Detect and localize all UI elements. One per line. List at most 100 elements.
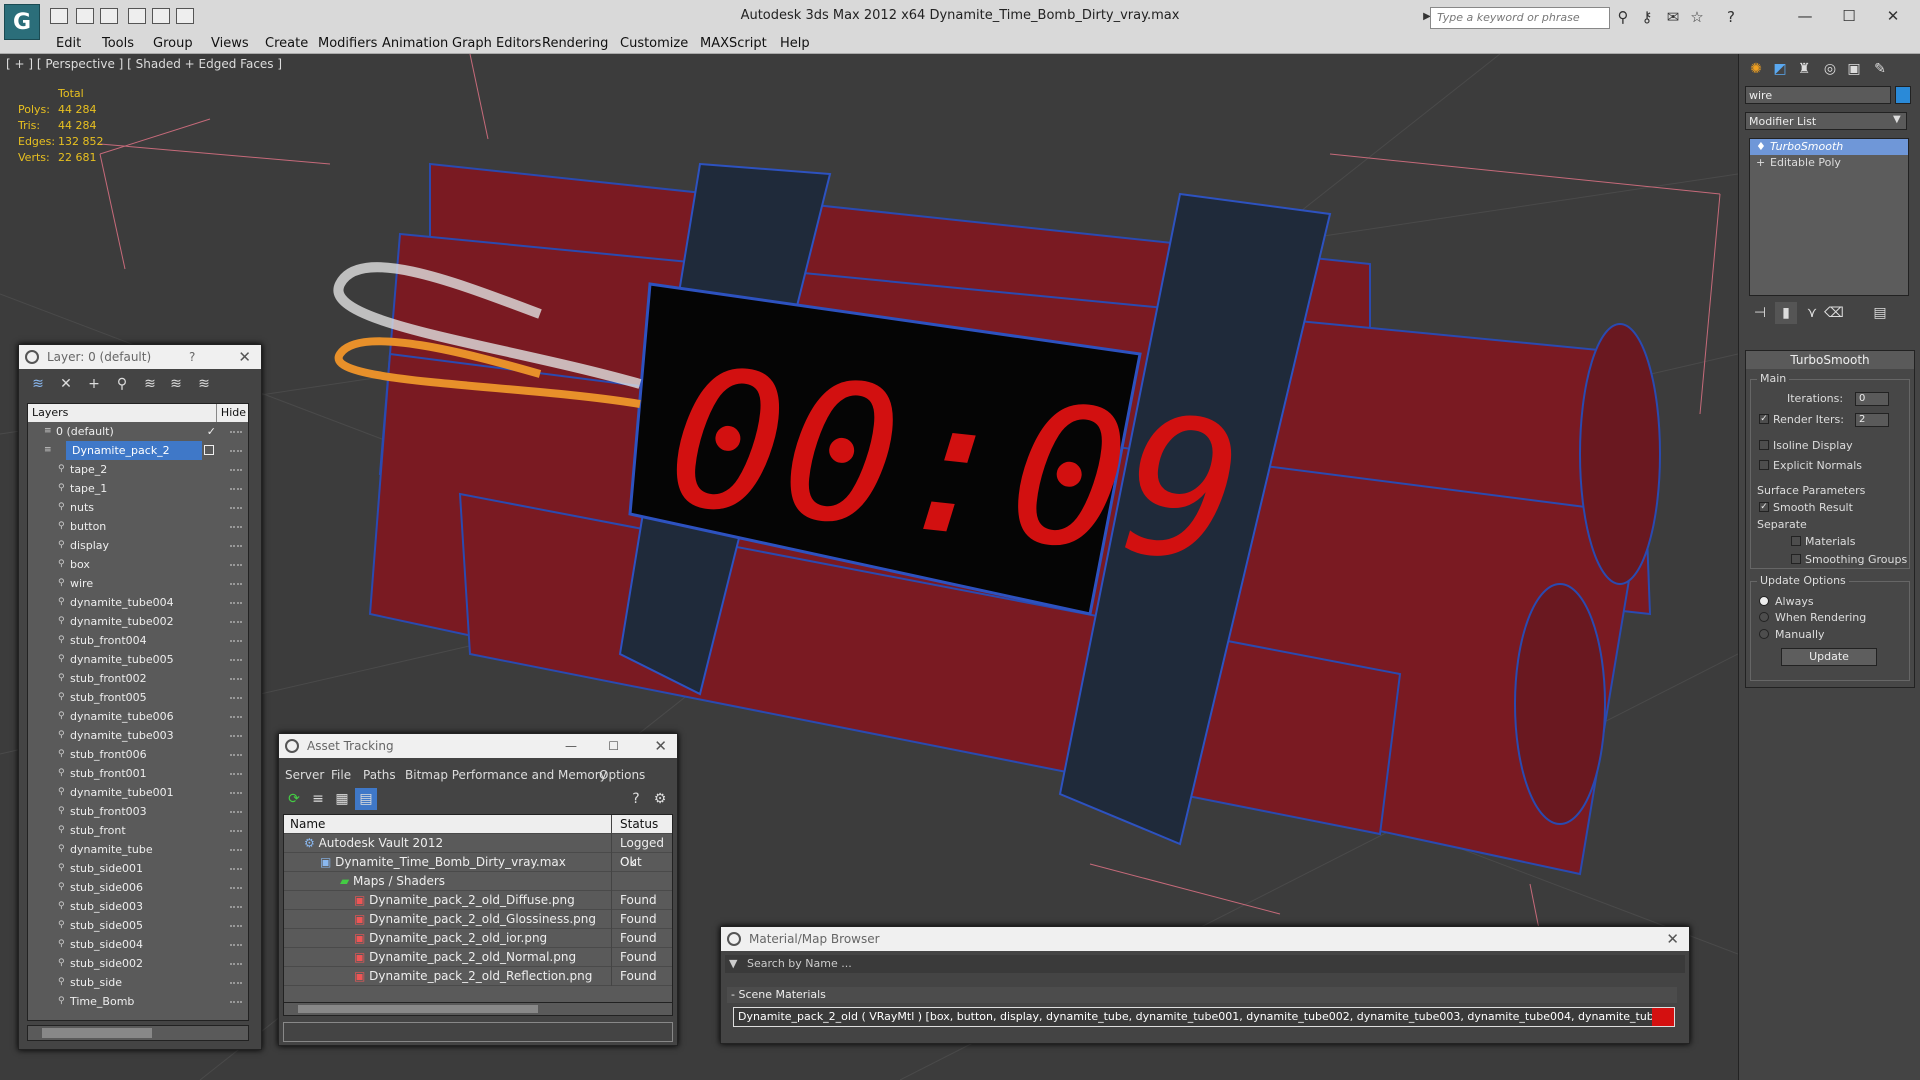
close-icon[interactable]: ✕: [654, 734, 667, 758]
manually-radio[interactable]: [1759, 629, 1769, 639]
binoculars-icon[interactable]: ⚲: [1614, 8, 1632, 26]
add-to-layer-icon[interactable]: +: [83, 373, 105, 395]
hide-toggle[interactable]: [230, 716, 242, 718]
menu-rendering[interactable]: Rendering: [542, 36, 608, 51]
menu-help[interactable]: Help: [780, 36, 810, 51]
help-button[interactable]: ?: [189, 345, 195, 369]
asset-path-field[interactable]: [283, 1022, 673, 1042]
utilities-tab-icon[interactable]: ✎: [1869, 58, 1891, 80]
hide-toggle[interactable]: [230, 583, 242, 585]
asset-row[interactable]: ▣ Dynamite_pack_2_old_Normal.png Found: [284, 948, 672, 967]
layer-row[interactable]: ⚲ nuts: [28, 498, 248, 517]
modifier-stack[interactable]: ♦ TurboSmooth + Editable Poly: [1749, 138, 1909, 296]
menu-file[interactable]: File: [331, 768, 351, 782]
maximize-icon[interactable]: ☐: [608, 734, 619, 758]
hide-toggle[interactable]: [230, 868, 242, 870]
minimize-icon[interactable]: —: [1790, 4, 1820, 28]
layer-row[interactable]: ≡ Dynamite_pack_2: [28, 441, 248, 460]
render-iters-checkbox[interactable]: ✓: [1759, 414, 1769, 424]
layer-row[interactable]: ⚲ wire: [28, 574, 248, 593]
always-radio[interactable]: [1759, 596, 1769, 606]
update-button[interactable]: Update: [1781, 648, 1877, 666]
configure-sets-icon[interactable]: ▤: [1869, 302, 1891, 324]
layer-row[interactable]: ⚲ stub_front: [28, 821, 248, 840]
lightbulb-icon[interactable]: ♦: [1756, 139, 1766, 155]
display-tab-icon[interactable]: ▣: [1843, 58, 1865, 80]
asset-row[interactable]: ▰ Maps / Shaders: [284, 872, 672, 891]
active-layer-checkbox[interactable]: [204, 445, 214, 455]
layer-row[interactable]: ⚲ stub_front006: [28, 745, 248, 764]
layer-row[interactable]: ⚲ stub_side006: [28, 878, 248, 897]
object-name-field[interactable]: wire: [1745, 86, 1891, 104]
hide-toggle[interactable]: [230, 1001, 242, 1003]
refresh-icon[interactable]: ⟳: [283, 788, 305, 810]
hide-toggle[interactable]: [230, 545, 242, 547]
menu-options[interactable]: Options: [599, 768, 645, 782]
menu-bitmap-performance[interactable]: Bitmap Performance and Memory: [405, 768, 607, 782]
list-view-icon[interactable]: ≡: [307, 788, 329, 810]
menu-customize[interactable]: Customize: [620, 36, 688, 51]
hide-toggle[interactable]: [230, 507, 242, 509]
layer-row[interactable]: ⚲ stub_front004: [28, 631, 248, 650]
stack-item-turbosmooth[interactable]: ♦ TurboSmooth: [1750, 139, 1908, 155]
menu-maxscript[interactable]: MAXScript: [700, 36, 767, 51]
scene-materials-header[interactable]: - Scene Materials: [727, 987, 1677, 1003]
menu-modifiers[interactable]: Modifiers: [318, 36, 377, 51]
hide-toggle[interactable]: [230, 659, 242, 661]
hide-toggle[interactable]: [230, 792, 242, 794]
table-view-icon[interactable]: ▤: [355, 788, 377, 810]
layer-row[interactable]: ⚲ dynamite_tube: [28, 840, 248, 859]
asset-horizontal-scrollbar[interactable]: [283, 1002, 673, 1016]
remove-modifier-icon[interactable]: ⌫: [1823, 302, 1845, 324]
close-icon[interactable]: ✕: [238, 345, 251, 369]
minimize-icon[interactable]: —: [565, 734, 577, 758]
asset-row[interactable]: ▣ Dynamite_pack_2_old_Reflection.png Foun…: [284, 967, 672, 986]
hide-toggle[interactable]: [230, 640, 242, 642]
layer-row[interactable]: ⚲ button: [28, 517, 248, 536]
asset-row[interactable]: ⚙ Autodesk Vault 2012 Logged Out: [284, 834, 672, 869]
layer-row[interactable]: ⚲ dynamite_tube005: [28, 650, 248, 669]
hide-toggle[interactable]: [230, 488, 242, 490]
hide-toggle[interactable]: [230, 830, 242, 832]
hide-toggle[interactable]: [230, 963, 242, 965]
menu-animation[interactable]: Animation: [382, 36, 448, 51]
asset-table[interactable]: Name Status ⚙ Autodesk Vault 2012 Logged …: [283, 814, 673, 1014]
hide-toggle[interactable]: [230, 697, 242, 699]
layer-row[interactable]: ⚲ dynamite_tube004: [28, 593, 248, 612]
layer-row[interactable]: ⚲ box: [28, 555, 248, 574]
explicit-normals-checkbox[interactable]: [1759, 460, 1769, 470]
layer-row[interactable]: ⚲ stub_side: [28, 973, 248, 992]
menu-create[interactable]: Create: [265, 36, 308, 51]
freeze-all-icon[interactable]: ≋: [193, 373, 215, 395]
hide-toggle[interactable]: [230, 431, 242, 433]
hide-toggle[interactable]: [230, 735, 242, 737]
layer-row[interactable]: ⚲ stub_front003: [28, 802, 248, 821]
hide-toggle[interactable]: [230, 906, 242, 908]
menu-paths[interactable]: Paths: [363, 768, 396, 782]
hide-toggle[interactable]: [230, 887, 242, 889]
rollout-title[interactable]: TurboSmooth: [1746, 351, 1914, 369]
pin-stack-icon[interactable]: ⊣: [1749, 302, 1771, 324]
layer-row[interactable]: ⚲ tape_2: [28, 460, 248, 479]
hide-toggle[interactable]: [230, 773, 242, 775]
hide-toggle[interactable]: [230, 678, 242, 680]
material-window-titlebar[interactable]: Material/Map Browser ✕: [721, 927, 1689, 951]
motion-tab-icon[interactable]: ◎: [1819, 58, 1841, 80]
select-objects-icon[interactable]: ⚲: [111, 373, 133, 395]
layer-row[interactable]: ⚲ dynamite_tube006: [28, 707, 248, 726]
layer-row[interactable]: ⚲ stub_side005: [28, 916, 248, 935]
expand-plus-icon[interactable]: +: [1756, 155, 1765, 171]
layer-row[interactable]: ⚲ stub_side004: [28, 935, 248, 954]
asset-row[interactable]: ▣ Dynamite_pack_2_old_Glossiness.png Foun…: [284, 910, 672, 929]
chevron-down-icon[interactable]: ▼: [729, 955, 737, 973]
layer-horizontal-scrollbar[interactable]: [27, 1025, 249, 1041]
asset-row[interactable]: ▣ Dynamite_Time_Bomb_Dirty_vray.max Ok: [284, 853, 672, 872]
layer-row[interactable]: ⚲ tape_1: [28, 479, 248, 498]
hide-toggle[interactable]: [230, 450, 242, 452]
asset-row[interactable]: ▣ Dynamite_pack_2_old_Diffuse.png Found: [284, 891, 672, 910]
help-icon[interactable]: ?: [1722, 8, 1740, 26]
menu-tools[interactable]: Tools: [102, 36, 134, 51]
key-icon[interactable]: ⚷: [1638, 8, 1656, 26]
close-icon[interactable]: ✕: [1666, 927, 1679, 951]
layer-row[interactable]: ⚲ dynamite_tube003: [28, 726, 248, 745]
